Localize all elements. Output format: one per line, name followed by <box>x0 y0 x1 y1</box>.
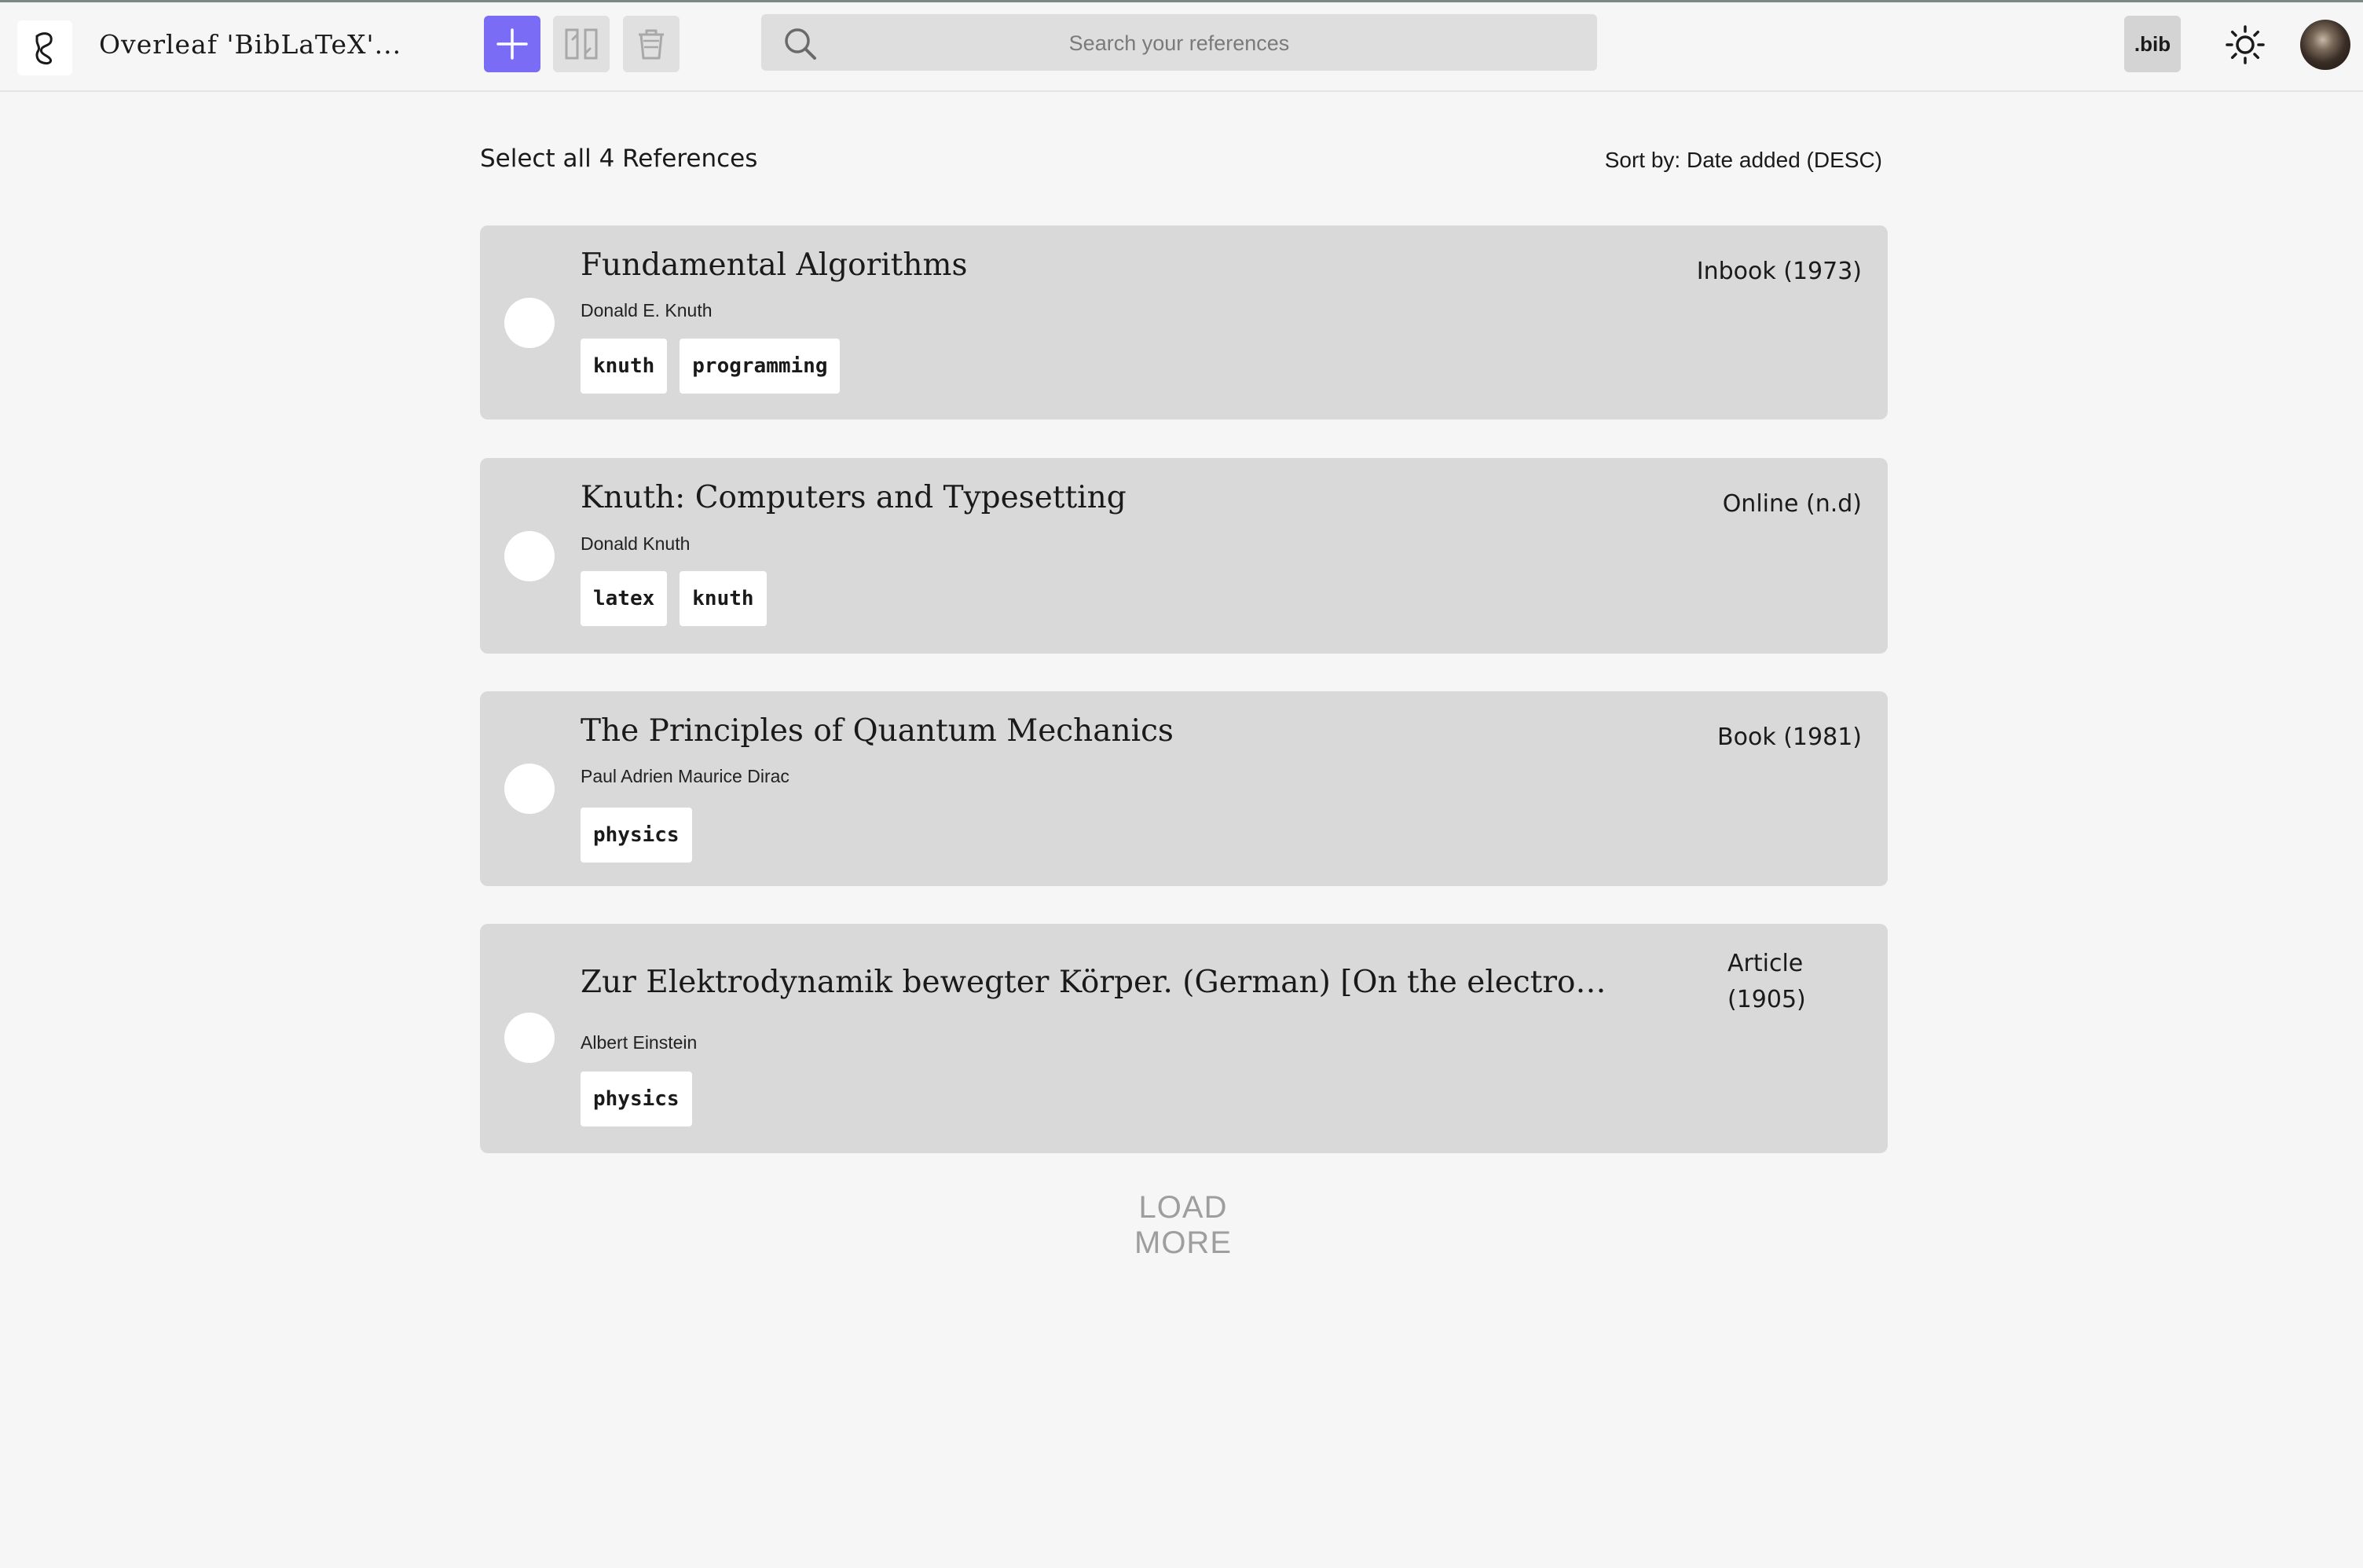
tag-list: latex knuth <box>581 571 767 626</box>
sort-dropdown[interactable]: Sort by: Date added (DESC) <box>1603 148 1882 173</box>
theme-toggle-button[interactable] <box>2220 20 2270 70</box>
search-bar[interactable] <box>761 14 1597 72</box>
trash-icon <box>639 29 664 60</box>
reference-card[interactable]: Fundamental Algorithms Donald E. Knuth I… <box>480 225 1888 419</box>
reference-author: Donald Knuth <box>581 533 691 554</box>
select-reference-radio[interactable] <box>504 764 555 814</box>
add-reference-button[interactable] <box>484 16 540 72</box>
search-icon <box>785 28 816 60</box>
select-reference-radio[interactable] <box>504 298 555 348</box>
select-reference-radio[interactable] <box>504 531 555 581</box>
tag-chip[interactable]: programming <box>680 339 841 394</box>
reference-card[interactable]: The Principles of Quantum Mechanics Paul… <box>480 691 1888 886</box>
delete-button[interactable] <box>623 16 680 72</box>
logo-icon <box>35 32 53 64</box>
select-reference-radio[interactable] <box>504 1013 555 1063</box>
tag-chip[interactable]: knuth <box>680 571 767 626</box>
select-all-link[interactable]: Select all 4 References <box>480 145 757 173</box>
user-avatar[interactable] <box>2300 20 2350 70</box>
reference-title[interactable]: Fundamental Algorithms <box>581 247 1602 283</box>
reference-card[interactable]: Knuth: Computers and Typesetting Donald … <box>480 458 1888 654</box>
reference-title[interactable]: Knuth: Computers and Typesetting <box>581 480 1602 515</box>
reference-type-year: (1905) <box>1727 986 1806 1013</box>
search-input[interactable] <box>832 14 1526 72</box>
tag-list: knuth programming <box>581 339 841 394</box>
reference-type: Article (1905) <box>1727 946 1806 1018</box>
tag-list: physics <box>581 1072 692 1127</box>
reference-author: Paul Adrien Maurice Dirac <box>581 766 789 786</box>
bib-export-button[interactable]: .bib <box>2124 16 2181 72</box>
project-title[interactable]: Overleaf 'BibLaTeX'... <box>99 29 401 60</box>
split-view-icon <box>565 28 598 60</box>
tag-list: physics <box>581 808 692 863</box>
tag-chip[interactable]: latex <box>581 571 668 626</box>
tag-chip[interactable]: physics <box>581 1072 692 1127</box>
reference-type-label: Article <box>1727 950 1804 977</box>
top-bar: Overleaf 'BibLaTeX'... .bib <box>0 2 2363 92</box>
add-icon <box>496 28 528 60</box>
reference-title[interactable]: Zur Elektrodynamik bewegter Körper. (Ger… <box>581 965 1625 1000</box>
reference-author: Albert Einstein <box>581 1032 698 1053</box>
tag-chip[interactable]: physics <box>581 808 692 863</box>
reference-title[interactable]: The Principles of Quantum Mechanics <box>581 713 1602 749</box>
app-logo[interactable] <box>17 20 72 75</box>
reference-author: Donald E. Knuth <box>581 300 713 321</box>
reference-type: Inbook (1973) <box>1696 258 1862 285</box>
reference-type: Online (n.d) <box>1722 490 1862 518</box>
load-more-button[interactable]: LOAD MORE <box>1089 1190 1277 1261</box>
reference-type: Book (1981) <box>1717 724 1862 751</box>
tag-chip[interactable]: knuth <box>581 339 668 394</box>
sun-icon <box>2226 25 2265 64</box>
reference-card[interactable]: Zur Elektrodynamik bewegter Körper. (Ger… <box>480 924 1888 1153</box>
split-view-button[interactable] <box>553 16 610 72</box>
